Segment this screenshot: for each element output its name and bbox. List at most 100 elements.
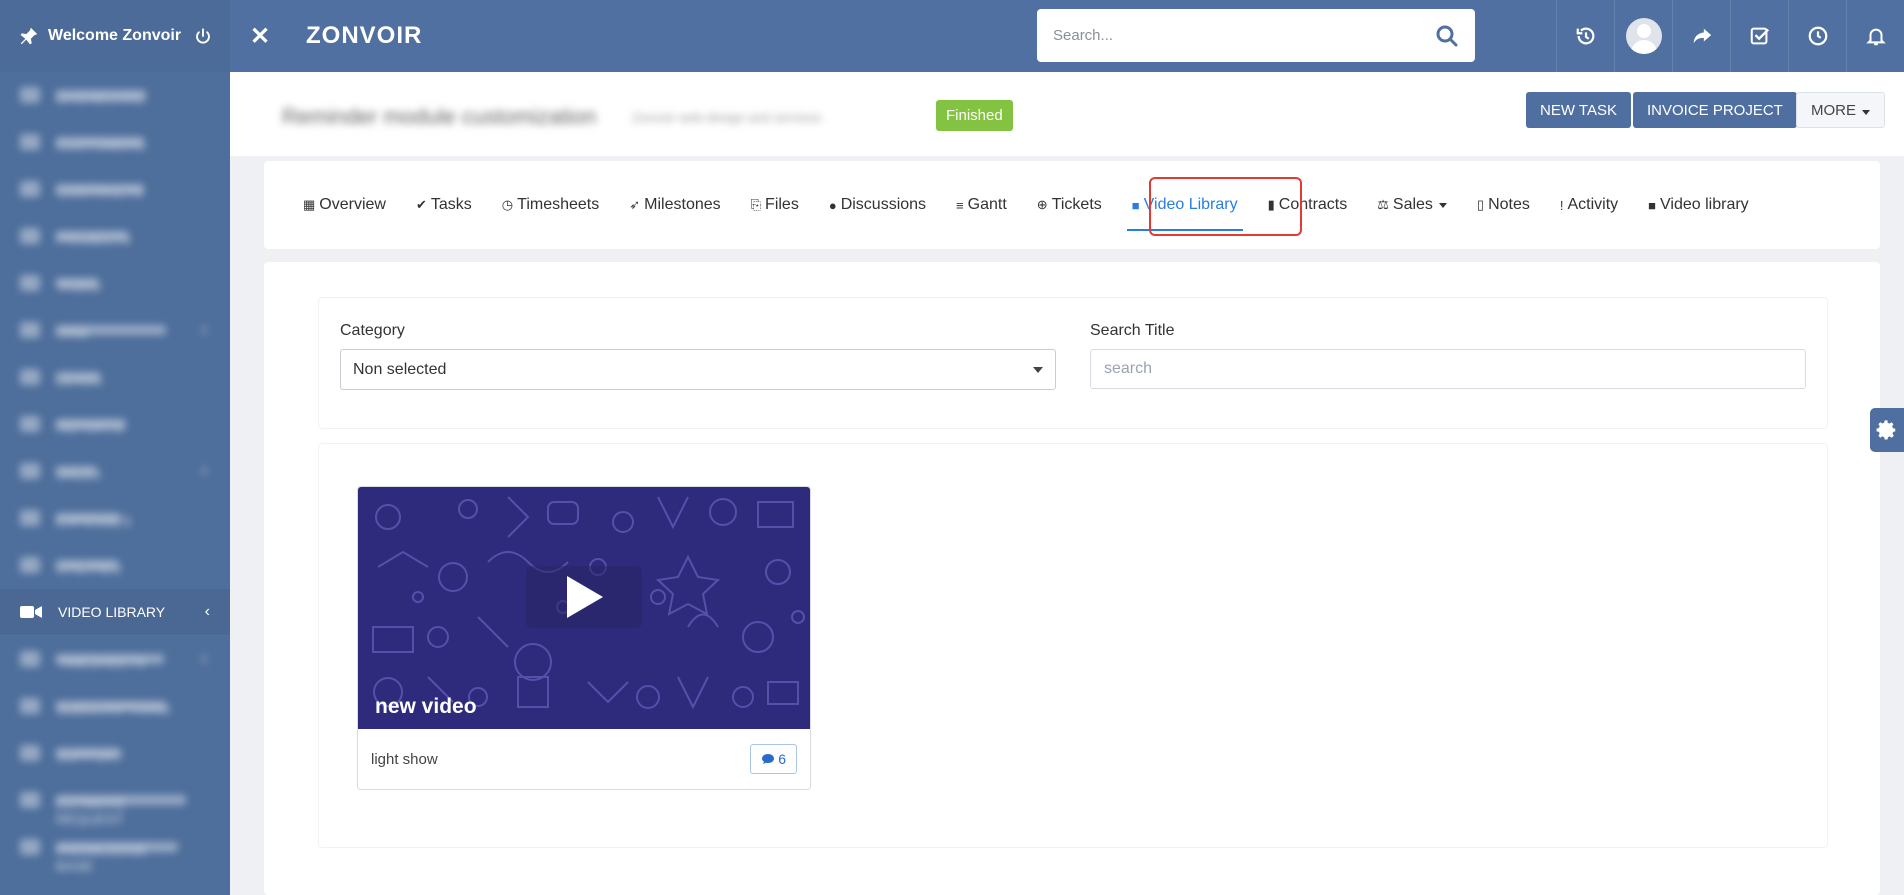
sidebar-item[interactable]: Projects xyxy=(0,213,230,260)
sidebar-item[interactable]: Reports xyxy=(0,401,230,448)
sidebar-item-label: Utilities xyxy=(56,560,122,576)
sidebar-item[interactable]: Estimate Request xyxy=(0,777,230,827)
expand-arrow-icon xyxy=(200,653,212,665)
tab-label: Activity xyxy=(1567,196,1619,213)
more-dropdown-button[interactable]: MORE xyxy=(1796,92,1885,128)
category-label: Category xyxy=(340,322,405,339)
sidebar-item[interactable]: Expenses xyxy=(0,495,230,542)
sidebar-item[interactable]: Subscriptions xyxy=(0,683,230,730)
comment-icon xyxy=(762,754,775,764)
project-title: Reminder module customization xyxy=(282,104,597,129)
sidebar-item-label: Timesheets xyxy=(56,654,164,670)
tab-gantt[interactable]: ≡ Gantt xyxy=(941,161,1022,249)
tab-discussions[interactable]: ● Discussions xyxy=(814,161,941,249)
clock-icon xyxy=(1808,26,1827,46)
sidebar-item[interactable]: HRM xyxy=(0,307,230,354)
comments-button[interactable]: 6 xyxy=(750,744,797,774)
project-header: Reminder module customization Zonvoir we… xyxy=(230,72,1904,156)
share-icon xyxy=(1693,28,1711,44)
video-card[interactable]: new video light show 6 xyxy=(357,486,811,790)
video-camera-icon: ■ xyxy=(1131,197,1140,213)
sidebar-item[interactable]: Support xyxy=(0,730,230,777)
new-task-button[interactable]: NEW TASK xyxy=(1526,92,1631,128)
exclamation-icon: ! xyxy=(1559,197,1564,213)
avatar xyxy=(1625,18,1662,54)
sidebar-item[interactable]: Knowledge Base xyxy=(0,824,230,874)
sidebar-item[interactable]: Leads xyxy=(0,354,230,401)
tab-files[interactable]: ⎘ Files xyxy=(736,161,814,249)
tab-activity[interactable]: ! Activity xyxy=(1545,161,1633,249)
sidebar-item[interactable]: Sales xyxy=(0,448,230,495)
tab-label: Video Library xyxy=(1143,196,1238,213)
comment-count: 6 xyxy=(778,751,786,767)
file-icon: ▮ xyxy=(1267,197,1275,212)
tab-tasks[interactable]: ✔ Tasks xyxy=(401,161,487,249)
category-select[interactable]: Non selected xyxy=(340,349,1056,390)
play-button[interactable] xyxy=(526,566,642,628)
check-circle-icon: ✔ xyxy=(415,197,427,212)
menu-icon xyxy=(20,463,40,479)
search-title-input[interactable] xyxy=(1090,349,1806,389)
sidebar: Welcome Zonvoir Dashboard Customers Cont… xyxy=(0,0,230,895)
video-camera-icon xyxy=(20,606,42,618)
sidebar-item-label: Projects xyxy=(56,231,131,247)
tab-sales[interactable]: ⚖ Sales xyxy=(1362,161,1462,249)
sidebar-item[interactable]: Utilities xyxy=(0,542,230,589)
todo-button[interactable] xyxy=(1730,0,1788,72)
video-camera-icon: ■ xyxy=(1648,197,1657,213)
tab-tickets[interactable]: ⊕ Tickets xyxy=(1022,161,1117,249)
gear-icon xyxy=(1876,420,1896,440)
menu-icon xyxy=(20,792,40,808)
dropdown-arrow-icon xyxy=(1033,366,1043,373)
bell-icon xyxy=(1865,28,1886,46)
tab-label: Video library xyxy=(1660,196,1749,213)
tab-label: Discussions xyxy=(840,196,927,213)
tab-notes[interactable]: ▯ Notes xyxy=(1462,161,1545,249)
close-sidebar-button[interactable]: ✕ xyxy=(230,22,290,51)
sidebar-item-label: Knowledge Base xyxy=(56,842,178,874)
tab-milestones[interactable]: ➶ Milestones xyxy=(614,161,735,249)
category-value: Non selected xyxy=(353,360,447,378)
invoice-project-button[interactable]: INVOICE PROJECT xyxy=(1633,92,1797,128)
sidebar-item[interactable]: Dashboard xyxy=(0,72,230,119)
sidebar-item[interactable]: Customers xyxy=(0,119,230,166)
menu-icon xyxy=(20,87,40,103)
logo: ZONVOIR xyxy=(306,22,422,50)
menu-icon xyxy=(20,745,40,761)
top-bar: ✕ ZONVOIR xyxy=(230,0,1904,72)
sidebar-item[interactable]: Tasks xyxy=(0,260,230,307)
sidebar-item-label: Support xyxy=(56,748,124,764)
sidebar-item[interactable]: Timesheets xyxy=(0,636,230,683)
top-icons xyxy=(1556,0,1904,72)
sidebar-item-video-library[interactable]: VIDEO LIBRARY ‹ xyxy=(0,589,230,636)
tab-video-library[interactable]: ■ Video Library xyxy=(1117,161,1253,249)
search-input[interactable] xyxy=(1053,27,1435,44)
notifications-button[interactable] xyxy=(1846,0,1904,72)
video-thumbnail[interactable]: new video xyxy=(358,487,810,729)
sidebar-item-label: Sales xyxy=(56,466,102,482)
sidebar-item[interactable]: Contracts xyxy=(0,166,230,213)
tab-timesheets[interactable]: ◷ Timesheets xyxy=(487,161,614,249)
thumbnail-title: new video xyxy=(375,695,477,718)
tab-contracts[interactable]: ▮ Contracts xyxy=(1253,161,1363,249)
tab-video-library-2[interactable]: ■ Video library xyxy=(1633,161,1764,249)
video-title[interactable]: light show xyxy=(371,751,438,768)
welcome-text: Welcome Zonvoir xyxy=(48,27,182,44)
tab-label: Milestones xyxy=(644,196,721,213)
search-icon[interactable] xyxy=(1435,24,1459,48)
project-customer[interactable]: Zonvoir web design and services xyxy=(632,110,821,125)
tab-overview[interactable]: ▦ Overview xyxy=(288,161,401,249)
user-menu-button[interactable] xyxy=(1614,0,1672,72)
customizer-button[interactable] xyxy=(1870,408,1904,452)
history-button[interactable] xyxy=(1556,0,1614,72)
timer-button[interactable] xyxy=(1788,0,1846,72)
tab-label: Gantt xyxy=(967,196,1007,213)
share-button[interactable] xyxy=(1672,0,1730,72)
project-tabs: ▦ Overview ✔ Tasks ◷ Timesheets ➶ Milestones… xyxy=(264,161,1880,249)
files-icon: ⎘ xyxy=(750,197,762,212)
history-icon xyxy=(1576,27,1594,45)
menu-icon xyxy=(20,839,40,855)
grid-icon: ▦ xyxy=(303,197,316,212)
power-icon[interactable] xyxy=(194,27,212,45)
sidebar-item-label: Subscriptions xyxy=(56,701,171,717)
